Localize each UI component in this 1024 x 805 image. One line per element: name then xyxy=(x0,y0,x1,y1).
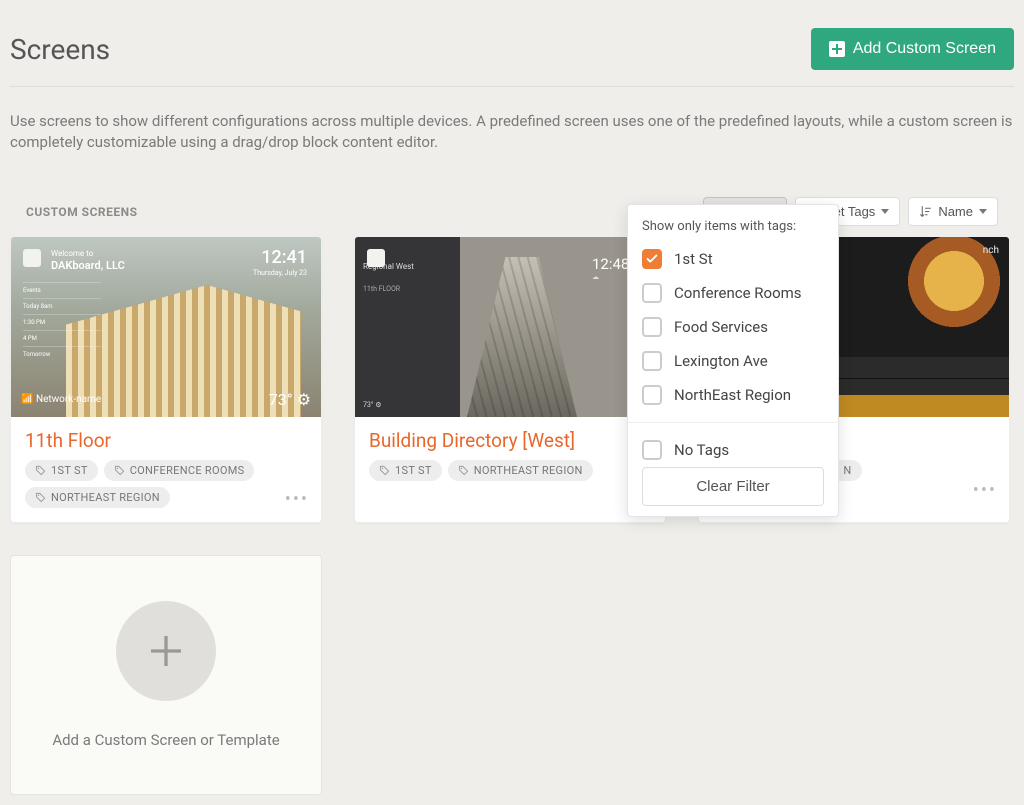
tag-icon xyxy=(379,465,390,476)
tag-icon xyxy=(458,465,469,476)
thumb-agenda-row: 4 PM xyxy=(23,330,101,346)
screen-card[interactable]: Regional West 11th FLOOR 73° ⚙ 12:48 ☁ B… xyxy=(354,236,666,523)
tag-icon xyxy=(35,465,46,476)
thumb-agenda-row: Tomorrow xyxy=(23,346,101,362)
tag-icon xyxy=(35,492,46,503)
filter-option-label: NorthEast Region xyxy=(674,386,791,404)
filter-option-no-tags[interactable]: No Tags xyxy=(628,433,838,467)
add-button-label: Add Custom Screen xyxy=(853,40,996,58)
tag-icon xyxy=(114,465,125,476)
tag-label: NORTHEAST REGION xyxy=(474,464,583,477)
filter-option-label: No Tags xyxy=(674,441,729,459)
filter-popover: Show only items with tags: 1st St Confer… xyxy=(627,204,839,517)
tag-label: 1ST ST xyxy=(395,464,432,477)
thumb-clock: 12:41 xyxy=(261,247,307,268)
card-select-checkbox[interactable] xyxy=(23,249,41,267)
card-more-menu[interactable]: ••• xyxy=(285,489,309,510)
page-title: Screens xyxy=(10,33,110,66)
tag-chip[interactable]: CONFERENCE ROOMS xyxy=(104,460,255,481)
filter-option-label: Lexington Ave xyxy=(674,352,768,370)
cards-grid: Welcome to DAKboard, LLC 12:41 Thursday,… xyxy=(10,236,1014,795)
plus-square-icon xyxy=(829,41,845,57)
clear-filter-button[interactable]: Clear Filter xyxy=(642,467,824,506)
filter-option-label: 1st St xyxy=(674,250,713,268)
checkbox[interactable] xyxy=(642,385,662,405)
checkbox[interactable] xyxy=(642,351,662,371)
tag-chip[interactable]: 1ST ST xyxy=(369,460,442,481)
filter-option[interactable]: Lexington Ave xyxy=(628,344,838,378)
add-tile-label: Add a Custom Screen or Template xyxy=(52,731,279,749)
filter-option-label: Conference Rooms xyxy=(674,284,802,302)
sort-button[interactable]: Name xyxy=(908,197,998,226)
filter-popover-header: Show only items with tags: xyxy=(628,219,838,242)
checkbox[interactable] xyxy=(642,317,662,337)
thumb-agenda: Events Today 8am 1:30 PM 4 PM Tomorrow xyxy=(23,282,101,362)
thumb-agenda-header: Events xyxy=(23,282,101,298)
thumb-date: Thursday, July 23 xyxy=(253,269,307,277)
tag-label: 1ST ST xyxy=(51,464,88,477)
checkbox-checked[interactable] xyxy=(642,249,662,269)
screen-thumbnail: Regional West 11th FLOOR 73° ⚙ 12:48 ☁ xyxy=(355,237,665,417)
filter-option[interactable]: NorthEast Region xyxy=(628,378,838,412)
card-title[interactable]: 11th Floor xyxy=(25,429,307,452)
add-circle xyxy=(116,601,216,701)
thumb-agenda-row: 1:30 PM xyxy=(23,314,101,330)
caret-down-icon xyxy=(979,209,987,214)
card-select-checkbox[interactable] xyxy=(367,249,385,267)
divider xyxy=(628,422,838,423)
sort-label: Name xyxy=(938,204,973,219)
thumb-wifi: Network-name xyxy=(36,394,101,405)
tag-chip[interactable]: 1ST ST xyxy=(25,460,98,481)
card-tags: 1ST ST CONFERENCE ROOMS NORTHEAST REGION xyxy=(25,460,307,508)
filter-option[interactable]: Conference Rooms xyxy=(628,276,838,310)
tag-label: NORTHEAST REGION xyxy=(51,491,160,504)
filter-option[interactable]: 1st St xyxy=(628,242,838,276)
thumb-temp: 73° xyxy=(363,401,373,409)
add-custom-screen-button[interactable]: Add Custom Screen xyxy=(811,28,1014,70)
check-icon xyxy=(645,252,659,266)
intro-text: Use screens to show different configurat… xyxy=(10,87,1014,177)
sort-icon xyxy=(919,205,932,218)
thumb-text: nch xyxy=(983,245,999,256)
thumb-welcome: Welcome to xyxy=(51,249,93,258)
section-title: CUSTOM SCREENS xyxy=(26,205,137,219)
tag-chip[interactable]: NORTHEAST REGION xyxy=(25,487,170,508)
section-header: CUSTOM SCREENS Filter Set Tags Name xyxy=(10,197,1014,226)
card-more-menu[interactable]: ••• xyxy=(973,480,997,501)
screen-thumbnail: Welcome to DAKboard, LLC 12:41 Thursday,… xyxy=(11,237,321,417)
tower-graphic xyxy=(467,257,577,417)
wifi-icon: 📶 Network-name xyxy=(21,394,101,405)
plus-icon xyxy=(146,631,186,671)
add-screen-tile[interactable]: Add a Custom Screen or Template xyxy=(10,555,322,795)
page-header: Screens Add Custom Screen xyxy=(10,28,1014,87)
gear-icon: ⚙ xyxy=(297,390,311,409)
thumb-agenda-row: Today 8am xyxy=(23,298,101,314)
checkbox[interactable] xyxy=(642,440,662,460)
thumb-company: DAKboard, LLC xyxy=(51,259,125,272)
filter-option-label: Food Services xyxy=(674,318,768,336)
thumb-temp: 73° xyxy=(269,390,293,409)
tag-chip[interactable]: NORTHEAST REGION xyxy=(448,460,593,481)
card-tags: 1ST ST NORTHEAST REGION xyxy=(369,460,651,481)
tag-label: N xyxy=(843,464,851,477)
checkbox[interactable] xyxy=(642,283,662,303)
caret-down-icon xyxy=(881,209,889,214)
filter-option[interactable]: Food Services xyxy=(628,310,838,344)
tag-label: CONFERENCE ROOMS xyxy=(130,464,245,477)
card-title[interactable]: Building Directory [West] xyxy=(369,429,651,452)
thumb-floor: 11th FLOOR xyxy=(363,285,452,293)
screen-card[interactable]: Welcome to DAKboard, LLC 12:41 Thursday,… xyxy=(10,236,322,523)
